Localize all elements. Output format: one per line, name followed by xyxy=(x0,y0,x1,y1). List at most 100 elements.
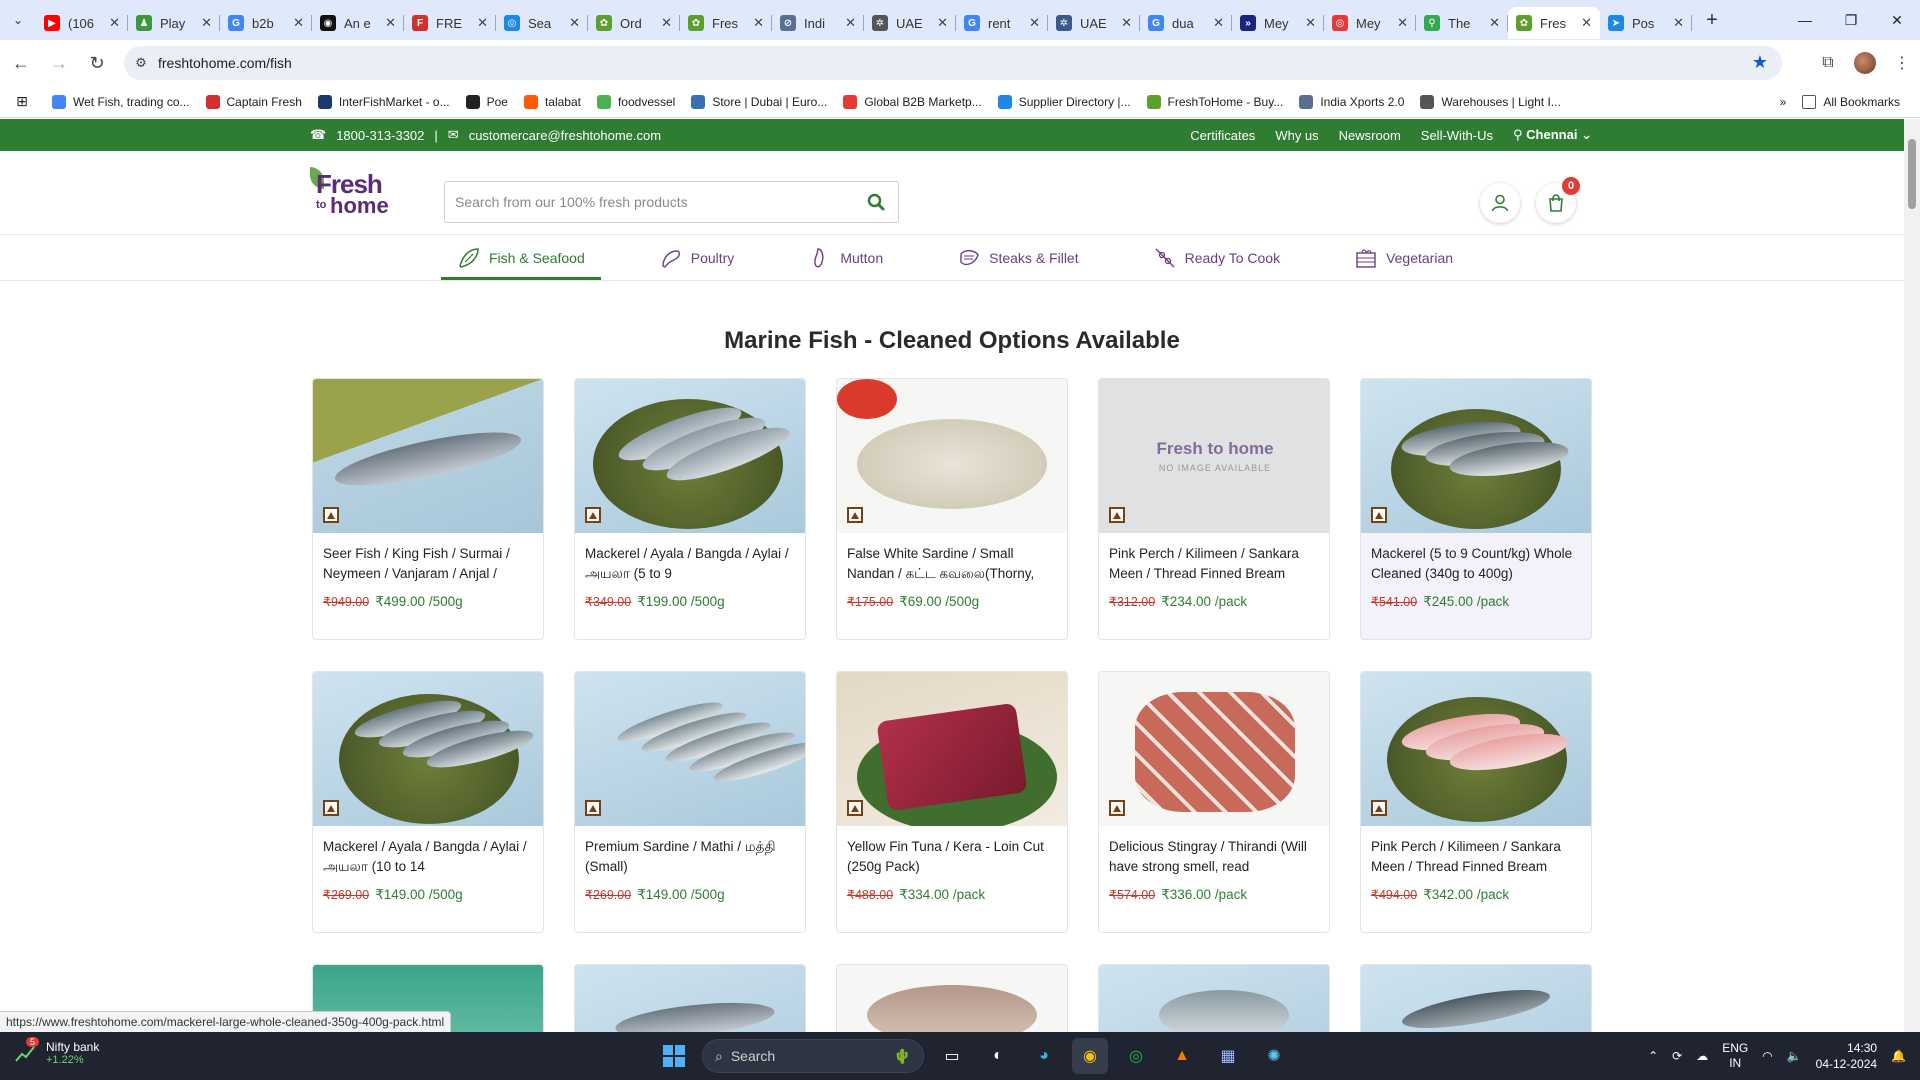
task-view-icon[interactable]: ▭ xyxy=(934,1038,970,1074)
product-image[interactable] xyxy=(837,672,1067,826)
browser-tab[interactable]: ▶ (106 ✕ xyxy=(36,7,128,39)
product-name[interactable]: Mackerel / Ayala / Bangda / Aylai / அயலா… xyxy=(313,826,543,877)
browser-tab[interactable]: ➤ Pos ✕ xyxy=(1600,7,1692,39)
browser-tab[interactable]: ✿ Ord ✕ xyxy=(588,7,680,39)
tab-search-button[interactable]: ⌄ xyxy=(0,0,36,40)
tab-close-icon[interactable]: ✕ xyxy=(477,15,488,31)
browser-tab[interactable]: ✿ Fres ✕ xyxy=(1508,7,1600,39)
tab-close-icon[interactable]: ✕ xyxy=(293,15,304,31)
product-name[interactable]: Delicious Stingray / Thirandi (Will have… xyxy=(1099,826,1329,877)
product-card[interactable]: Mackerel / Ayala / Bangda / Aylai / அயலா… xyxy=(312,671,544,933)
cart-button[interactable]: 0 xyxy=(1536,177,1580,223)
tab-close-icon[interactable]: ✕ xyxy=(1121,15,1132,31)
tab-close-icon[interactable]: ✕ xyxy=(1581,15,1592,31)
product-image[interactable] xyxy=(1361,965,1591,1032)
market-widget[interactable]: 5 Nifty bank +1.22% xyxy=(14,1037,99,1066)
tab-close-icon[interactable]: ✕ xyxy=(1305,15,1316,31)
browser-tab[interactable]: » Mey ✕ xyxy=(1232,7,1324,39)
support-email[interactable]: customercare@freshtohome.com xyxy=(469,128,661,143)
product-card[interactable] xyxy=(1360,964,1592,1032)
search-input[interactable] xyxy=(445,183,854,221)
bookmark-item[interactable]: Store | Dubai | Euro... xyxy=(683,88,835,116)
link-certificates[interactable]: Certificates xyxy=(1190,128,1255,143)
bookmark-item[interactable]: Captain Fresh xyxy=(198,88,310,116)
browser-tab[interactable]: ◉ An e ✕ xyxy=(312,7,404,39)
category-ready-to-cook[interactable]: Ready To Cook xyxy=(1137,235,1296,280)
category-steaks-fillet[interactable]: Steaks & Fillet xyxy=(941,235,1094,280)
apps-grid-icon[interactable]: ⊞ xyxy=(0,88,44,116)
link-sell-with-us[interactable]: Sell-With-Us xyxy=(1421,128,1493,143)
bookmark-item[interactable]: InterFishMarket - o... xyxy=(310,88,458,116)
minimize-button[interactable]: — xyxy=(1782,0,1828,40)
address-bar[interactable]: ⚙ freshtohome.com/fish ★ xyxy=(124,46,1782,80)
product-name[interactable]: Pink Perch / Kilimeen / Sankara Meen / T… xyxy=(1361,826,1591,877)
address-url[interactable]: freshtohome.com/fish xyxy=(158,55,292,71)
product-image[interactable]: Fresh to home NO IMAGE AVAILABLE xyxy=(1099,379,1329,533)
browser-tab[interactable]: ⚲ The ✕ xyxy=(1416,7,1508,39)
product-name[interactable]: Mackerel / Ayala / Bangda / Aylai / அயலா… xyxy=(575,533,805,584)
tab-close-icon[interactable]: ✕ xyxy=(385,15,396,31)
product-name[interactable]: Mackerel (5 to 9 Count/kg) Whole Cleaned… xyxy=(1361,533,1591,584)
browser-tab[interactable]: Gb2b ✕ xyxy=(220,7,312,39)
tab-close-icon[interactable]: ✕ xyxy=(937,15,948,31)
bookmark-item[interactable]: Global B2B Marketp... xyxy=(835,88,989,116)
product-name[interactable]: Pink Perch / Kilimeen / Sankara Meen / T… xyxy=(1099,533,1329,584)
product-image[interactable] xyxy=(313,672,543,826)
chrome-menu-icon[interactable]: ⋮ xyxy=(1884,46,1920,80)
product-name[interactable]: False White Sardine / Small Nandan / கட்… xyxy=(837,533,1067,584)
bookmark-item[interactable]: India Xports 2.0 xyxy=(1291,88,1412,116)
language-indicator[interactable]: ENG IN xyxy=(1722,1041,1748,1071)
product-name[interactable]: Premium Sardine / Mathi / மத்தி (Small) xyxy=(575,826,805,877)
tab-close-icon[interactable]: ✕ xyxy=(753,15,764,31)
profile-avatar[interactable] xyxy=(1854,52,1876,74)
city-selector[interactable]: ⚲ Chennai ⌄ xyxy=(1513,127,1592,143)
volume-icon[interactable]: 🔈 xyxy=(1787,1049,1802,1063)
browser-tab[interactable]: Grent ✕ xyxy=(956,7,1048,39)
tab-close-icon[interactable]: ✕ xyxy=(661,15,672,31)
calculator-icon[interactable]: ▦ xyxy=(1210,1038,1246,1074)
tab-close-icon[interactable]: ✕ xyxy=(1213,15,1224,31)
category-fish-seafood[interactable]: Fish & Seafood xyxy=(441,235,601,280)
start-button[interactable] xyxy=(656,1038,692,1074)
tab-close-icon[interactable]: ✕ xyxy=(1673,15,1684,31)
product-card[interactable]: False White Sardine / Small Nandan / கட்… xyxy=(836,378,1068,640)
new-tab-button[interactable]: + xyxy=(1696,4,1728,36)
account-button[interactable] xyxy=(1480,183,1520,223)
tray-overflow-icon[interactable]: ⌃ xyxy=(1648,1049,1658,1063)
product-image[interactable] xyxy=(575,672,805,826)
product-image[interactable] xyxy=(837,965,1067,1032)
link-why-us[interactable]: Why us xyxy=(1275,128,1318,143)
wifi-icon[interactable]: ◠ xyxy=(1762,1049,1772,1063)
edge-icon[interactable]: ◕ xyxy=(1026,1038,1062,1074)
product-card[interactable]: Yellow Fin Tuna / Kera - Loin Cut (250g … xyxy=(836,671,1068,933)
tab-close-icon[interactable]: ✕ xyxy=(1029,15,1040,31)
product-image[interactable] xyxy=(837,379,1067,533)
category-mutton[interactable]: Mutton xyxy=(792,235,899,280)
tab-close-icon[interactable]: ✕ xyxy=(1397,15,1408,31)
phone-number[interactable]: 1800-313-3302 xyxy=(336,128,424,143)
product-image[interactable] xyxy=(1099,965,1329,1032)
bookmark-star-icon[interactable]: ★ xyxy=(1752,52,1768,73)
browser-tab[interactable]: Gdua ✕ xyxy=(1140,7,1232,39)
browser-tab[interactable]: ◎ Mey ✕ xyxy=(1324,7,1416,39)
product-card[interactable]: Pink Perch / Kilimeen / Sankara Meen / T… xyxy=(1360,671,1592,933)
vlc-icon[interactable]: ▲ xyxy=(1164,1038,1200,1074)
product-image[interactable] xyxy=(1099,672,1329,826)
reload-button[interactable]: ↻ xyxy=(80,46,114,80)
search-icon[interactable] xyxy=(854,182,898,222)
product-name[interactable]: Seer Fish / King Fish / Surmai / Neymeen… xyxy=(313,533,543,584)
product-image[interactable] xyxy=(313,379,543,533)
restore-button[interactable]: ❐ xyxy=(1828,0,1874,40)
bookmark-item[interactable]: Supplier Directory |... xyxy=(990,88,1139,116)
all-bookmarks[interactable]: All Bookmarks xyxy=(1794,88,1908,116)
close-window-button[interactable]: ✕ xyxy=(1874,0,1920,40)
back-button[interactable]: ← xyxy=(4,46,38,80)
product-card[interactable] xyxy=(574,964,806,1032)
browser-tab[interactable]: ⊘ Indi ✕ xyxy=(772,7,864,39)
tab-close-icon[interactable]: ✕ xyxy=(845,15,856,31)
product-image[interactable] xyxy=(575,379,805,533)
extensions-icon[interactable]: ⧉ xyxy=(1810,46,1846,80)
product-card[interactable]: Mackerel (5 to 9 Count/kg) Whole Cleaned… xyxy=(1360,378,1592,640)
product-card[interactable]: Delicious Stingray / Thirandi (Will have… xyxy=(1098,671,1330,933)
spotify-icon[interactable]: ◎ xyxy=(1118,1038,1154,1074)
